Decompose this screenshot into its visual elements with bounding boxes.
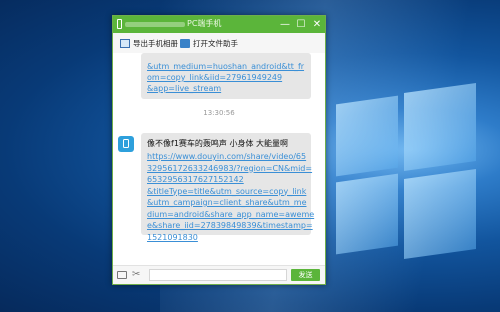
message-link[interactable]: &utm_medium=huoshan_android&tt_fr (147, 61, 304, 73)
message-link[interactable]: https://www.douyin.com/share/video/65 (147, 151, 306, 163)
title-bar[interactable]: PC端手机 — ☐ ✕ (113, 16, 325, 33)
album-export-icon (120, 38, 130, 48)
maximize-button[interactable]: ☐ (293, 16, 309, 33)
message-bubble: 像不像f1赛车的轰鸣声 小身体 大能量啊 https://www.douyin.… (141, 133, 314, 242)
open-file-assistant-label: 打开文件助手 (193, 38, 238, 48)
phone-icon (117, 19, 122, 29)
message-input[interactable] (149, 269, 287, 281)
minimize-button[interactable]: — (277, 16, 293, 33)
toolbar: 导出手机相册 打开文件助手 (113, 33, 325, 54)
message-link[interactable]: 6532956317627152142 (147, 174, 244, 186)
chat-window: PC端手机 — ☐ ✕ 导出手机相册 打开文件助手 &utm_medium=hu… (112, 15, 326, 285)
send-button[interactable]: 发送 (291, 269, 320, 281)
folder-icon[interactable] (117, 271, 127, 279)
folder-icon (180, 38, 190, 48)
input-bar: ✂ 发送 (113, 265, 325, 284)
windows-logo (336, 82, 476, 260)
message-link[interactable]: e&share_iid=27839849839&timestamp= (147, 220, 313, 232)
window-title: PC端手机 (187, 19, 222, 28)
message-text: 像不像f1赛车的轰鸣声 小身体 大能量啊 (147, 139, 288, 148)
message-link[interactable]: &titleType=title&utm_source=copy_link (147, 186, 306, 198)
message-link[interactable]: &app=live_stream (147, 83, 221, 95)
phone-avatar-icon (118, 136, 134, 152)
export-album-button[interactable]: 导出手机相册 (120, 36, 178, 50)
message-link[interactable]: 32956172633246983/?region=CN&mid= (147, 163, 312, 175)
message-link[interactable]: 1521091830 (147, 232, 198, 244)
export-album-label: 导出手机相册 (133, 38, 178, 48)
message-link[interactable]: &utm_campaign=client_share&utm_me (147, 197, 307, 209)
previous-message-bubble: &utm_medium=huoshan_android&tt_fr om=cop… (141, 53, 311, 99)
message-link[interactable]: om=copy_link&iid=27961949249 (147, 72, 282, 84)
message-timestamp: 13:30:56 (203, 109, 235, 117)
close-button[interactable]: ✕ (309, 16, 325, 33)
open-file-assistant-button[interactable]: 打开文件助手 (180, 36, 238, 50)
message-link[interactable]: dium=android&share_app_name=aweme (147, 209, 314, 221)
scissors-icon[interactable]: ✂ (132, 268, 140, 282)
chat-area[interactable]: &utm_medium=huoshan_android&tt_fr om=cop… (113, 53, 325, 265)
title-blurred-text (125, 22, 185, 27)
